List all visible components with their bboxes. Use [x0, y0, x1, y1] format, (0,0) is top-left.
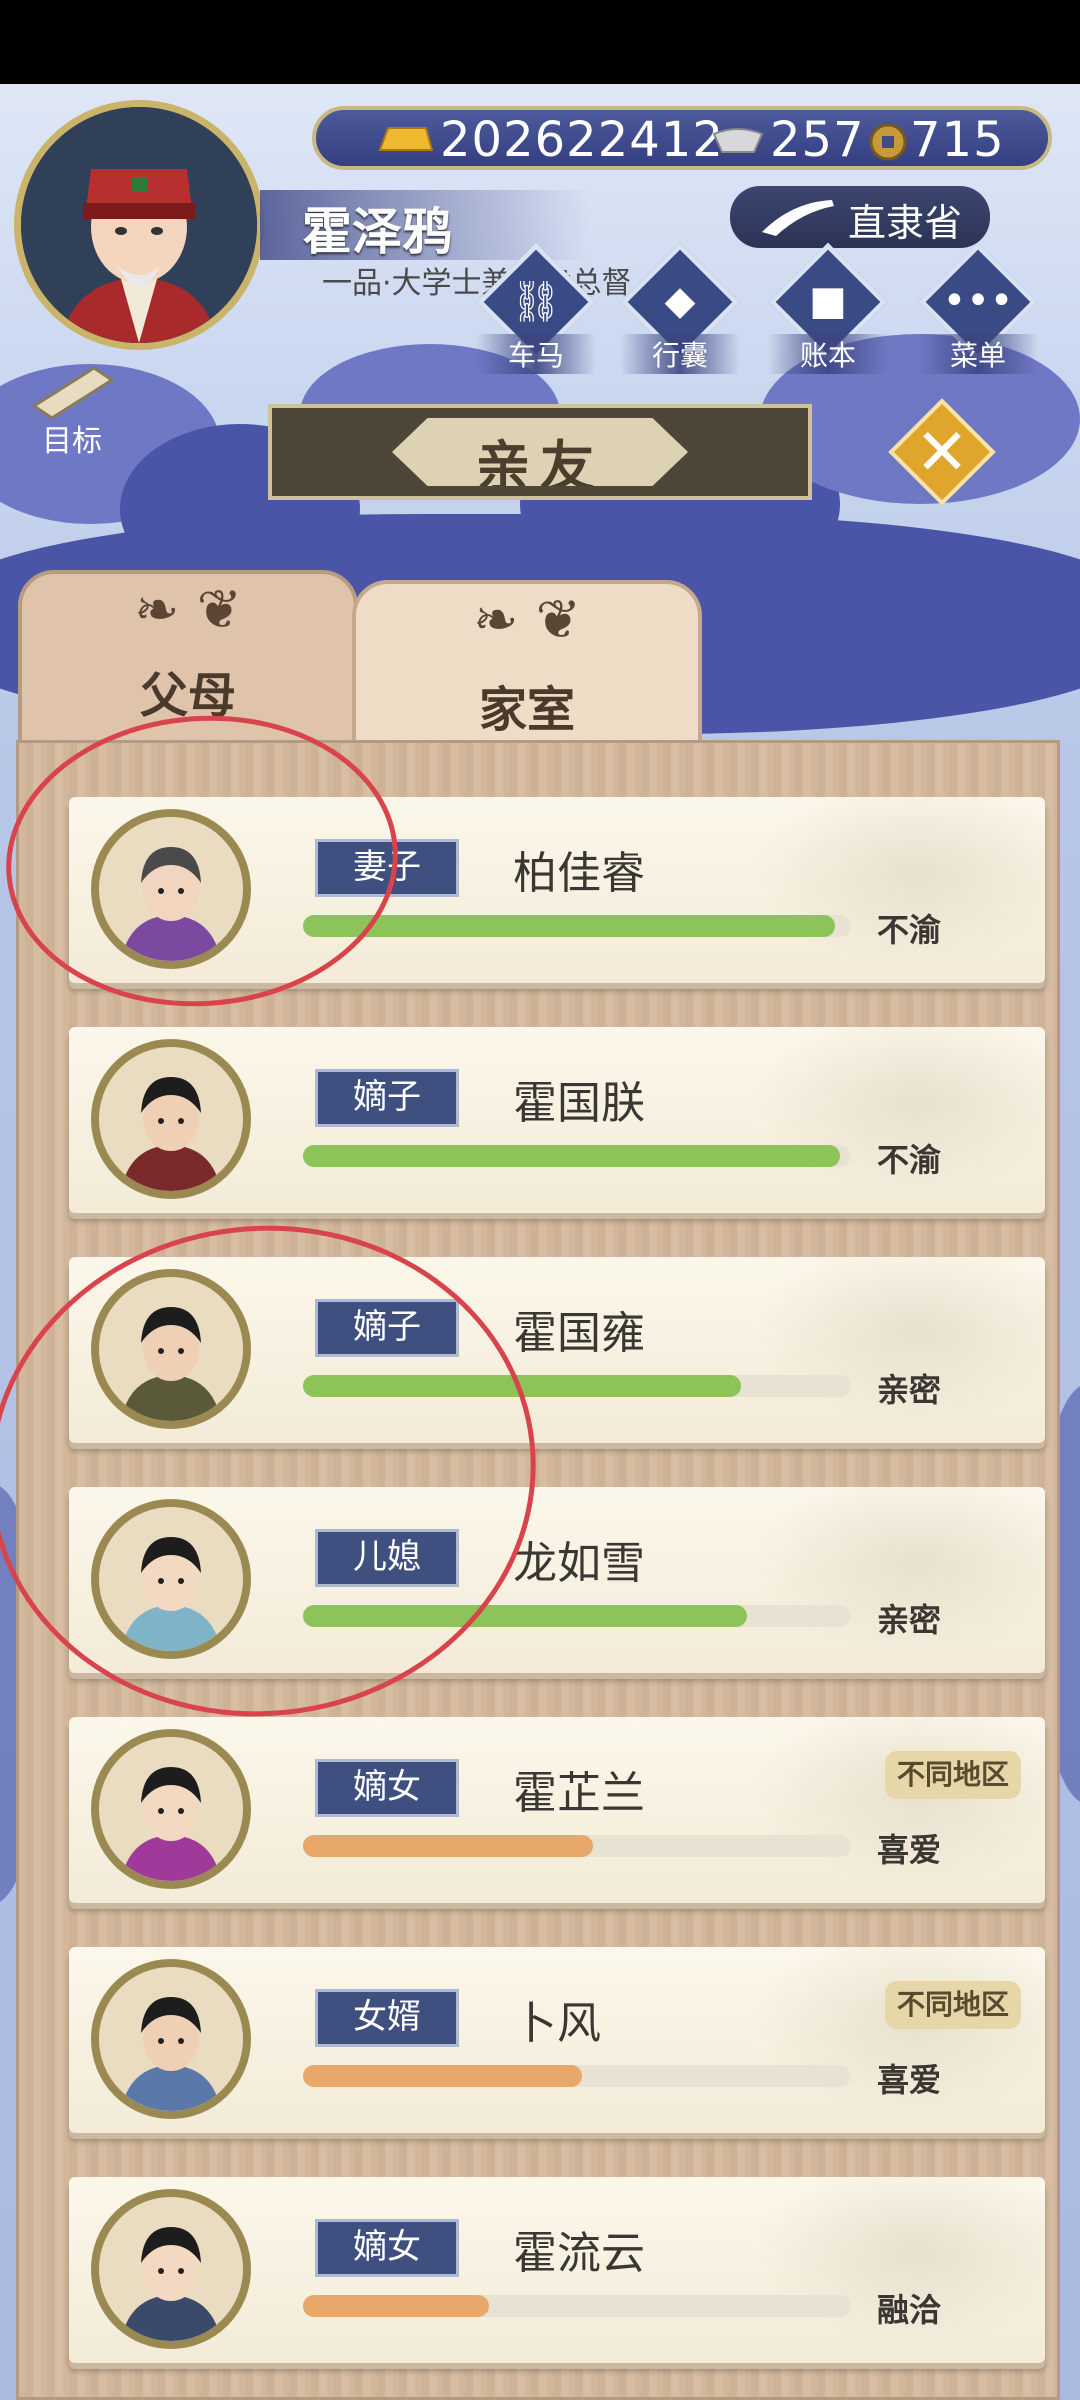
- menu-more-button[interactable]: ••• 菜单: [918, 242, 1038, 374]
- affinity-bar: [303, 1145, 851, 1167]
- affinity-status: 不渝: [877, 1141, 942, 1179]
- affinity-status: 喜爱: [877, 1831, 942, 1869]
- copper-coin-icon: [869, 123, 907, 161]
- gold-ingot-icon: [378, 127, 434, 151]
- panel-title-banner: 亲友: [268, 404, 812, 500]
- affinity-status: 融洽: [877, 2291, 942, 2329]
- wave-decoration: [725, 1027, 1045, 1213]
- gold-amount: 202622412: [440, 112, 724, 168]
- coin-amount: 715: [910, 112, 1005, 168]
- menu-bag-button[interactable]: ◆ 行囊: [620, 242, 740, 374]
- family-member-card[interactable]: 嫡子 霍国朕不渝: [69, 1027, 1045, 1213]
- affinity-bar-fill: [303, 2065, 583, 2087]
- affinity-status: 亲密: [877, 1601, 942, 1639]
- silver-amount: 257: [770, 112, 865, 168]
- wave-decoration: [725, 1717, 1045, 1903]
- member-avatar-icon: [99, 1737, 243, 1881]
- member-role-badge: 女婿: [315, 1989, 459, 2047]
- player-name: 霍泽鸦: [302, 203, 452, 261]
- member-name: 霍芷兰: [513, 1768, 645, 1819]
- member-role-badge: 嫡女: [315, 2219, 459, 2277]
- affinity-bar: [303, 2295, 851, 2317]
- status-bar: [0, 0, 1080, 84]
- affinity-bar: [303, 2065, 851, 2087]
- province-button[interactable]: 直隶省: [730, 186, 990, 248]
- goal-button[interactable]: 目标: [14, 360, 134, 460]
- brush-icon: [762, 200, 834, 236]
- member-avatar-icon: [99, 1047, 243, 1191]
- menu-label: 车马: [476, 334, 596, 374]
- member-name: 霍国朕: [513, 1078, 645, 1129]
- wave-decoration: [725, 2177, 1045, 2363]
- affinity-status: 不渝: [877, 911, 942, 949]
- cloud-ornament-icon: ❧ ❦: [473, 588, 581, 651]
- close-icon: ✕: [915, 416, 969, 490]
- carriage-icon: ⛓: [510, 279, 562, 325]
- member-portrait[interactable]: [91, 1039, 251, 1199]
- member-avatar-icon: [99, 2197, 243, 2341]
- member-portrait[interactable]: [91, 2189, 251, 2349]
- panel-title: 亲友: [476, 435, 604, 498]
- menu-ledger-button[interactable]: ■ 账本: [768, 242, 888, 374]
- affinity-status: 喜爱: [877, 2061, 942, 2099]
- family-member-card[interactable]: 女婿 卜风喜爱 不同地区: [69, 1947, 1045, 2133]
- family-member-card[interactable]: 嫡女 霍芷兰喜爱 不同地区: [69, 1717, 1045, 1903]
- goal-label: 目标: [42, 424, 102, 459]
- family-member-card[interactable]: 嫡女 霍流云融洽: [69, 2177, 1045, 2363]
- affinity-bar: [303, 915, 851, 937]
- ledger-icon: ■: [809, 278, 847, 324]
- member-portrait[interactable]: [91, 1959, 251, 2119]
- menu-label: 账本: [768, 334, 888, 374]
- cloud-ornament-icon: ❧ ❦: [134, 578, 242, 641]
- wave-decoration: [725, 1947, 1045, 2133]
- affinity-bar-fill: [303, 1835, 594, 1857]
- member-name: 霍流云: [513, 2228, 645, 2279]
- member-portrait[interactable]: [91, 1729, 251, 1889]
- member-name: 卜风: [513, 1998, 601, 2049]
- member-role-badge: 嫡女: [315, 1759, 459, 1817]
- region-badge: 不同地区: [885, 1751, 1021, 1799]
- menu-label: 行囊: [620, 334, 740, 374]
- affinity-bar-fill: [303, 915, 835, 937]
- member-name: 柏佳睿: [513, 848, 645, 899]
- bag-icon: ◆: [664, 278, 696, 324]
- affinity-status: 亲密: [877, 1371, 942, 1409]
- affinity-bar-fill: [303, 1145, 841, 1167]
- player-avatar[interactable]: [14, 100, 264, 350]
- wave-decoration: [725, 1257, 1045, 1443]
- currency-bar: 202622412 257 715: [312, 106, 1052, 170]
- affinity-bar-fill: [303, 2295, 490, 2317]
- member-name: 龙如雪: [513, 1538, 645, 1589]
- scroll-icon: [31, 366, 115, 420]
- member-role-badge: 嫡子: [315, 1069, 459, 1127]
- member-avatar-icon: [99, 1967, 243, 2111]
- affinity-bar: [303, 1835, 851, 1857]
- silver-ingot-icon: [712, 128, 764, 153]
- menu-label: 菜单: [918, 334, 1038, 374]
- wave-decoration: [725, 797, 1045, 983]
- region-badge: 不同地区: [885, 1981, 1021, 2029]
- province-name: 直隶省: [848, 201, 963, 245]
- tab-family-label: 家室: [478, 682, 575, 738]
- wave-decoration: [725, 1487, 1045, 1673]
- more-icon: •••: [942, 278, 1014, 324]
- official-portrait-icon: [21, 107, 257, 343]
- tab-parents-label: 父母: [139, 668, 236, 724]
- menu-carriage-button[interactable]: ⛓ 车马: [476, 242, 596, 374]
- member-name: 霍国雍: [513, 1308, 645, 1359]
